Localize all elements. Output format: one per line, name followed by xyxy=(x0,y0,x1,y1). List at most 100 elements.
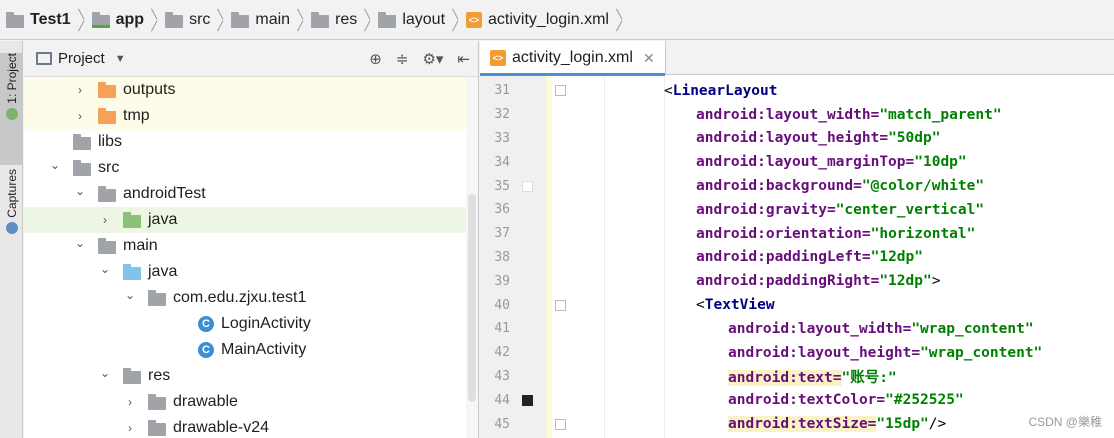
chevron-down-icon[interactable]: ⌄ xyxy=(99,262,111,276)
tree-node[interactable]: libs xyxy=(24,129,478,155)
close-icon[interactable]: ✕ xyxy=(643,50,655,67)
code-token: android:layout_height= xyxy=(696,130,889,147)
tree-node[interactable]: ⌄ src xyxy=(24,155,478,181)
code-line[interactable]: 41 android:layout_width="wrap_content" xyxy=(480,317,1114,341)
chevron-right-icon[interactable]: › xyxy=(124,421,136,435)
breadcrumb-separator xyxy=(149,9,158,31)
camera-icon xyxy=(5,221,18,234)
breadcrumb-item[interactable]: res xyxy=(311,0,357,40)
code-line[interactable]: 44 android:textColor="#252525" xyxy=(480,388,1114,412)
hide-panel-icon[interactable]: ⇤ xyxy=(457,50,470,68)
breadcrumb-item[interactable]: src xyxy=(165,0,210,40)
color-swatch-icon[interactable] xyxy=(522,180,533,192)
code-line[interactable]: 42 android:layout_height="wrap_content" xyxy=(480,341,1114,365)
code-line[interactable]: 36 android:gravity="center_vertical" xyxy=(480,198,1114,222)
code-line[interactable]: 34 android:layout_marginTop="10dp" xyxy=(480,150,1114,174)
code-token: < xyxy=(664,82,673,99)
tree-node[interactable]: ⌄ res xyxy=(24,363,478,389)
breadcrumb-separator xyxy=(76,9,85,31)
chevron-down-icon[interactable]: ▼ xyxy=(115,53,126,65)
chevron-right-icon[interactable]: › xyxy=(74,83,86,97)
chevron-down-icon[interactable]: ⌄ xyxy=(74,184,86,198)
class-icon: C xyxy=(198,316,214,332)
tree-node[interactable]: ⌄ java xyxy=(24,259,478,285)
line-number: 32 xyxy=(494,107,510,123)
code-line[interactable]: 37 android:orientation="horizontal" xyxy=(480,222,1114,246)
chevron-down-icon[interactable]: ⌄ xyxy=(99,366,111,380)
code-token: LinearLayout xyxy=(672,82,778,99)
line-number: 44 xyxy=(494,392,510,408)
tab-project[interactable]: 1: Project xyxy=(0,53,23,165)
code-line[interactable]: 40 <TextView xyxy=(480,293,1114,317)
tree-node-label: androidTest xyxy=(123,185,206,202)
chevron-right-icon[interactable]: › xyxy=(74,109,86,123)
chevron-right-icon[interactable]: › xyxy=(99,213,111,227)
tree-node[interactable]: › java xyxy=(24,207,478,233)
code-line[interactable]: 39 android:paddingRight="12dp"> xyxy=(480,269,1114,293)
breadcrumb-item[interactable]: app xyxy=(91,0,144,40)
line-number: 45 xyxy=(494,416,510,432)
code-token: /> xyxy=(928,416,947,433)
project-folder-icon xyxy=(6,11,24,28)
folder-icon xyxy=(165,11,184,28)
tree-node[interactable]: › tmp xyxy=(24,103,478,129)
code-text: android:layout_height="wrap_content" xyxy=(728,345,1042,361)
chevron-down-icon[interactable]: ⌄ xyxy=(49,158,61,172)
tree-node[interactable]: ⌄ main xyxy=(24,233,478,259)
code-line[interactable]: 32 android:layout_width="match_parent" xyxy=(480,103,1114,127)
tree-node-label: src xyxy=(98,159,120,176)
tree-node[interactable]: ⌄ androidTest xyxy=(24,181,478,207)
color-swatch-icon[interactable] xyxy=(522,394,533,406)
code-text: android:layout_marginTop="10dp" xyxy=(696,154,967,170)
fold-marker-icon[interactable] xyxy=(555,299,566,311)
breadcrumb-label: src xyxy=(189,10,211,28)
tab-activity-login-xml[interactable]: <> activity_login.xml ✕ xyxy=(480,41,666,76)
project-panel-header: Project ▼ ⊕ ≑ ⚙▾ ⇤ xyxy=(24,41,478,77)
project-tree: › outputs › tmp libs ⌄ src ⌄ androidTest › java ⌄ ma… xyxy=(24,77,478,438)
breadcrumb-item[interactable]: Test1 xyxy=(6,0,71,40)
code-line[interactable]: 33 android:layout_height="50dp" xyxy=(480,127,1114,151)
code-text: android:text="账号:" xyxy=(728,366,897,387)
tree-node[interactable]: C LoginActivity xyxy=(24,311,478,337)
code-text: android:paddingRight="12dp"> xyxy=(696,273,940,289)
project-view-icon xyxy=(36,52,52,65)
tree-node[interactable]: › drawable-v24 xyxy=(24,415,478,438)
tree-node-label: LoginActivity xyxy=(221,315,311,332)
fold-marker-icon[interactable] xyxy=(555,85,566,97)
fold-marker-icon[interactable] xyxy=(555,418,566,430)
code-token: android:layout_width= xyxy=(728,320,912,337)
tree-node[interactable]: › drawable xyxy=(24,389,478,415)
resource-folder-icon xyxy=(311,11,330,28)
tree-node-label: java xyxy=(148,211,178,228)
editor-tabs: <> activity_login.xml ✕ xyxy=(480,41,1114,76)
code-line[interactable]: 43 android:text="账号:" xyxy=(480,365,1114,389)
code-token: android:layout_height= xyxy=(728,344,921,361)
line-number: 42 xyxy=(494,345,510,361)
breadcrumb-item[interactable]: layout xyxy=(378,0,445,40)
chevron-down-icon[interactable]: ⌄ xyxy=(74,236,86,250)
tree-node[interactable]: ⌄ com.edu.zjxu.test1 xyxy=(24,285,478,311)
chevron-down-icon[interactable]: ⌄ xyxy=(124,288,136,302)
scrollbar-thumb[interactable] xyxy=(468,194,476,402)
project-panel-title[interactable]: Project xyxy=(58,50,105,67)
code-lines[interactable]: 31 <LinearLayout 32 android:layout_width="m… xyxy=(480,79,1114,436)
code-token: android:paddingLeft= xyxy=(696,249,871,266)
breadcrumb-separator xyxy=(295,9,304,31)
folder-icon xyxy=(231,11,250,28)
code-line[interactable]: 45 android:textSize="15dp"/> xyxy=(480,412,1114,436)
tab-captures-label: Captures xyxy=(4,169,19,218)
collapse-all-icon[interactable]: ≑ xyxy=(396,50,409,68)
tree-node[interactable]: C MainActivity xyxy=(24,337,478,363)
tree-node-label: tmp xyxy=(123,107,150,124)
tree-node[interactable]: › outputs xyxy=(24,77,478,103)
breadcrumb-item[interactable]: <> activity_login.xml xyxy=(466,0,609,40)
code-line[interactable]: 38 android:paddingLeft="12dp" xyxy=(480,246,1114,270)
locate-icon[interactable]: ⊕ xyxy=(369,50,382,68)
code-line[interactable]: 35 android:background="@color/white" xyxy=(480,174,1114,198)
breadcrumb-separator xyxy=(614,9,623,31)
gear-icon[interactable]: ⚙▾ xyxy=(422,50,443,68)
code-line[interactable]: 31 <LinearLayout xyxy=(480,79,1114,103)
breadcrumb-item[interactable]: main xyxy=(231,0,290,40)
tab-captures[interactable]: Captures xyxy=(0,169,23,249)
chevron-right-icon[interactable]: › xyxy=(124,395,136,409)
